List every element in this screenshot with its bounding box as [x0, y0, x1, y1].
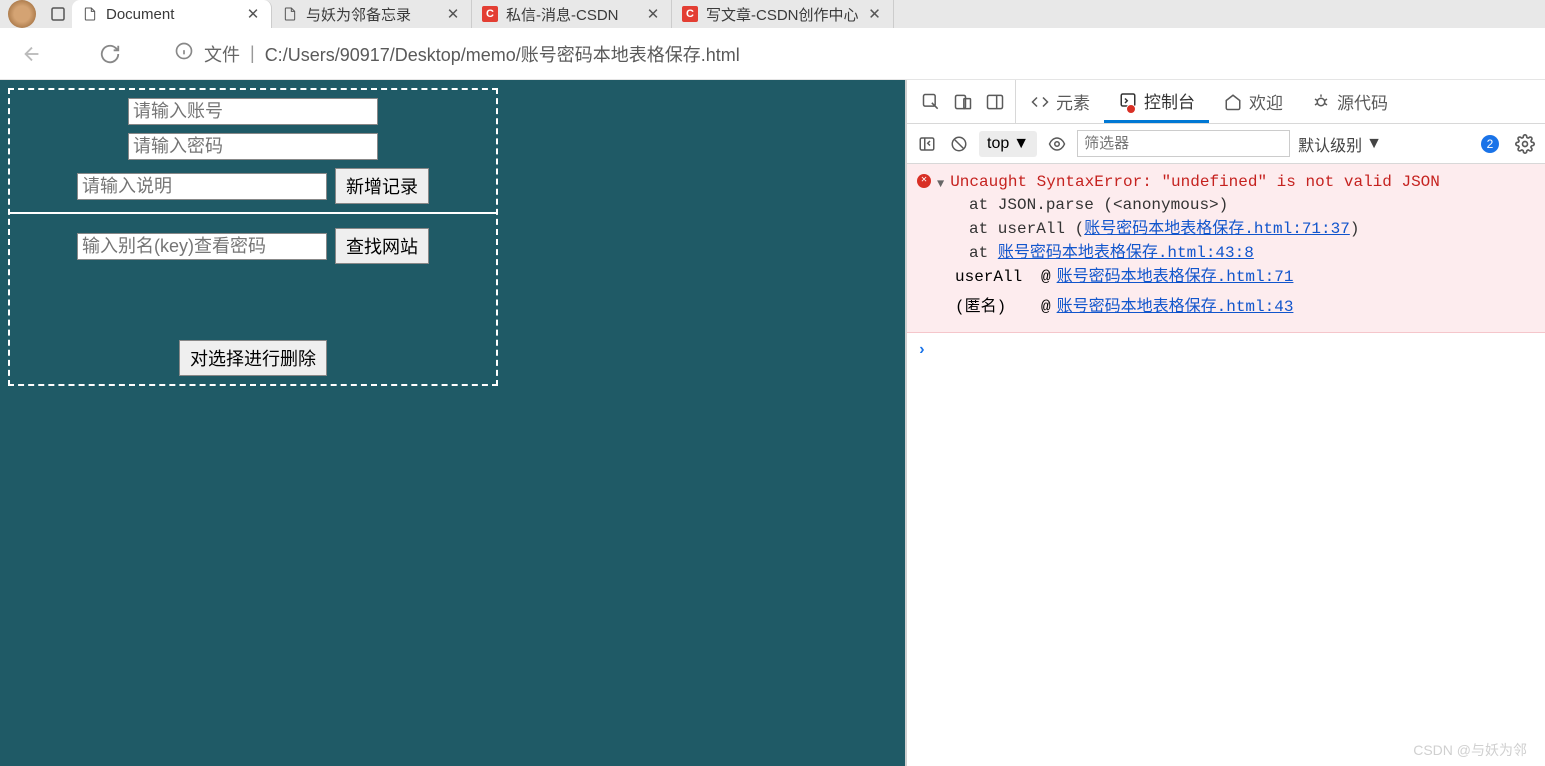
tab-actions-icon[interactable]: [44, 0, 72, 28]
tab-title: 与妖为邻备忘录: [306, 4, 437, 25]
divider: [10, 212, 496, 214]
chevron-down-icon: ▼: [1013, 135, 1029, 153]
console-error: ✕ ▼ Uncaught SyntaxError: "undefined" is…: [907, 164, 1545, 333]
close-icon[interactable]: ✕: [645, 5, 661, 23]
password-input[interactable]: [128, 133, 378, 160]
add-record-button[interactable]: 新增记录: [335, 168, 429, 204]
address-bar[interactable]: 文件 | C:/Users/90917/Desktop/memo/账号密码本地表…: [174, 41, 740, 67]
close-icon[interactable]: ✕: [445, 5, 461, 23]
log-level-selector[interactable]: 默认级别 ▼: [1298, 132, 1382, 156]
description-input[interactable]: [77, 173, 327, 200]
profile-avatar[interactable]: [8, 0, 36, 28]
chevron-right-icon: ›: [917, 341, 927, 359]
close-icon[interactable]: ✕: [867, 5, 883, 23]
browser-tab-1[interactable]: 与妖为邻备忘录 ✕: [272, 0, 472, 28]
browser-tab-strip: Document ✕ 与妖为邻备忘录 ✕ C 私信-消息-CSDN ✕ C 写文…: [0, 0, 1545, 28]
console-output: ✕ ▼ Uncaught SyntaxError: "undefined" is…: [907, 164, 1545, 766]
browser-toolbar: 文件 | C:/Users/90917/Desktop/memo/账号密码本地表…: [0, 28, 1545, 80]
tab-sources[interactable]: 源代码: [1297, 80, 1402, 123]
tab-title: Document: [106, 6, 237, 23]
tab-elements[interactable]: 元素: [1016, 80, 1104, 123]
clear-console-icon[interactable]: [947, 132, 971, 156]
filter-input[interactable]: [1077, 130, 1290, 157]
tab-console[interactable]: 控制台: [1104, 80, 1209, 123]
trace-row: (匿名)@账号密码本地表格保存.html:43: [917, 292, 1535, 322]
error-icon: ✕: [917, 174, 931, 188]
devtools-panel: 元素 控制台 欢迎 源代码 top ▼: [905, 80, 1545, 766]
trace-row: userAll@账号密码本地表格保存.html:71: [917, 262, 1535, 292]
url-path: C:/Users/90917/Desktop/memo/账号密码本地表格保存.h…: [265, 41, 740, 67]
back-button[interactable]: [18, 40, 46, 68]
live-expression-icon[interactable]: [1045, 132, 1069, 156]
browser-tab-3[interactable]: C 写文章-CSDN创作中心 ✕: [672, 0, 894, 28]
source-link[interactable]: 账号密码本地表格保存.html:43: [1057, 292, 1294, 322]
stack-line: at JSON.parse (<anonymous>): [917, 196, 1535, 214]
tab-welcome[interactable]: 欢迎: [1209, 80, 1297, 123]
context-selector[interactable]: top ▼: [979, 131, 1037, 157]
issue-count-badge: 2: [1481, 135, 1499, 153]
sidebar-toggle-icon[interactable]: [915, 132, 939, 156]
disclosure-toggle[interactable]: ▼: [937, 175, 944, 194]
file-icon: [82, 6, 98, 22]
page-viewport: 新增记录 查找网站 对选择进行删除: [0, 80, 905, 766]
reload-button[interactable]: [96, 40, 124, 68]
close-icon[interactable]: ✕: [245, 5, 261, 23]
gear-icon[interactable]: [1513, 132, 1537, 156]
inspect-icon[interactable]: [919, 90, 943, 114]
source-link[interactable]: 账号密码本地表格保存.html:71: [1057, 262, 1294, 292]
source-link[interactable]: 账号密码本地表格保存.html:71:37: [1084, 220, 1350, 238]
alias-input[interactable]: [77, 233, 327, 260]
stack-line: at 账号密码本地表格保存.html:43:8: [917, 238, 1535, 262]
browser-tab-0[interactable]: Document ✕: [72, 0, 272, 28]
separator: |: [250, 43, 255, 64]
tab-title: 私信-消息-CSDN: [506, 4, 637, 25]
error-badge-icon: [1126, 104, 1136, 114]
file-icon: [282, 6, 298, 22]
device-toggle-icon[interactable]: [951, 90, 975, 114]
account-input[interactable]: [128, 98, 378, 125]
bug-icon: [1311, 92, 1331, 112]
tab-title: 写文章-CSDN创作中心: [706, 4, 859, 25]
form-container: 新增记录 查找网站 对选择进行删除: [8, 88, 498, 386]
devtools-tab-bar: 元素 控制台 欢迎 源代码: [907, 80, 1545, 124]
home-icon: [1223, 92, 1243, 112]
main-content: 新增记录 查找网站 对选择进行删除 元素: [0, 80, 1545, 766]
find-site-button[interactable]: 查找网站: [335, 228, 429, 264]
browser-tab-2[interactable]: C 私信-消息-CSDN ✕: [472, 0, 672, 28]
chevron-down-icon: ▼: [1366, 135, 1382, 153]
csdn-icon: C: [682, 6, 698, 22]
console-toolbar: top ▼ 默认级别 ▼ 2: [907, 124, 1545, 164]
info-icon[interactable]: [174, 41, 194, 66]
csdn-icon: C: [482, 6, 498, 22]
error-message: Uncaught SyntaxError: "undefined" is not…: [950, 170, 1440, 196]
code-icon: [1030, 92, 1050, 112]
url-label: 文件: [204, 41, 240, 67]
delete-selected-button[interactable]: 对选择进行删除: [179, 340, 327, 376]
stack-line: at userAll (账号密码本地表格保存.html:71:37): [917, 214, 1535, 238]
watermark: CSDN @与妖为邻: [1413, 740, 1527, 760]
console-prompt[interactable]: ›: [907, 333, 1545, 367]
issues-counter[interactable]: 2: [1481, 135, 1499, 153]
dock-icon[interactable]: [983, 90, 1007, 114]
source-link[interactable]: 账号密码本地表格保存.html:43:8: [998, 244, 1254, 262]
